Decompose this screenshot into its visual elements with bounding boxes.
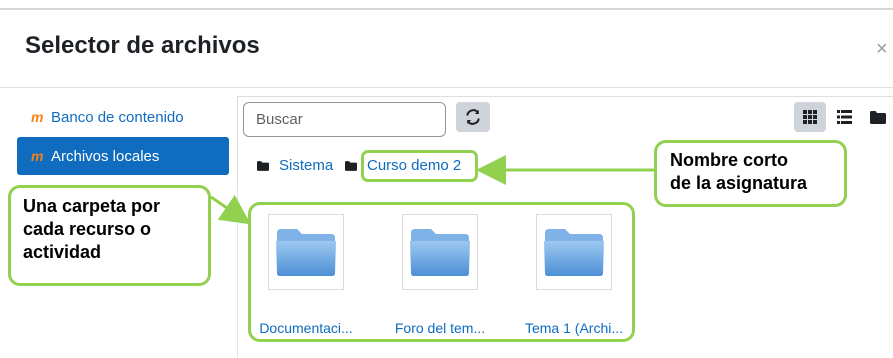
callout-line: de la asignatura <box>670 173 808 193</box>
callout-folders: Una carpeta por cada recurso o actividad <box>8 185 211 286</box>
arrow-to-folders <box>210 195 251 225</box>
callout-short-name: Nombre corto de la asignatura <box>654 140 847 207</box>
callout-line: Nombre corto <box>670 150 789 170</box>
callout-line: Una carpeta por <box>23 196 161 216</box>
callout-line: cada recurso o <box>23 219 152 239</box>
callout-line: actividad <box>23 242 102 262</box>
